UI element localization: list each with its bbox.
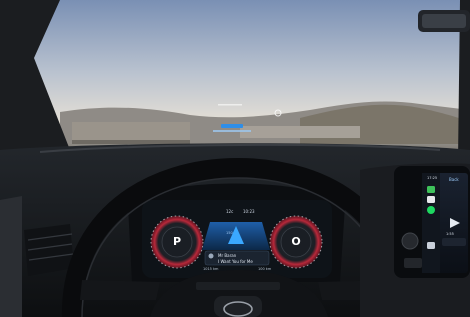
odometer: 1015 km [203, 267, 219, 271]
gear-right-label: O [291, 235, 301, 248]
cluster-temp: 12c [226, 209, 234, 214]
cockpit-scene [0, 0, 470, 317]
lower-button-strip[interactable] [196, 282, 280, 290]
message-text: I Want You for Me [218, 259, 253, 264]
steering-spoke-left [80, 280, 160, 300]
steering-logo-plate [214, 296, 262, 317]
hud-bar [213, 130, 251, 132]
dashboard-photo: P O 12c 10:23 150 Mr Baran I Want You fo… [0, 0, 470, 317]
message-contact: Mr Baran [218, 253, 237, 258]
screen-clock: 17:25 [427, 176, 438, 180]
music-icon[interactable] [427, 196, 435, 203]
phone-icon[interactable] [427, 186, 435, 193]
contact-icon [208, 253, 214, 259]
console-buttons[interactable] [404, 258, 422, 268]
apps-icon[interactable] [427, 242, 435, 249]
rearview-glass [422, 14, 466, 28]
town-roofs [240, 126, 360, 138]
hud-arrow [221, 124, 243, 128]
range-readout: 100 km [258, 267, 272, 271]
cluster-time: 10:23 [243, 209, 255, 214]
nav-distance: 150 [226, 231, 233, 235]
back-button[interactable]: Back [449, 178, 459, 182]
controls-bar [442, 238, 466, 246]
spotify-icon[interactable] [427, 206, 435, 214]
screen-value: 1:55 [446, 232, 454, 236]
gear-left-label: P [172, 235, 182, 248]
hud-top-line [218, 104, 242, 106]
door-trim [0, 196, 22, 317]
volume-knob[interactable] [401, 232, 419, 250]
